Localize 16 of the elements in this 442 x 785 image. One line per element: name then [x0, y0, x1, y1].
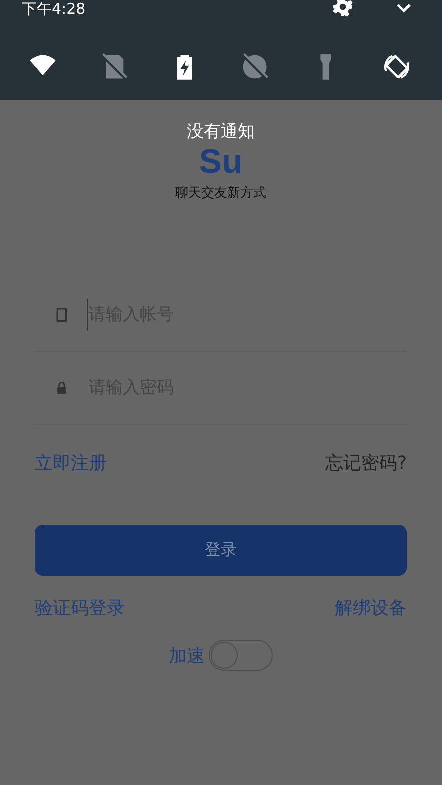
speedup-label: 加速	[169, 644, 205, 668]
speedup-toggle[interactable]	[209, 640, 273, 671]
settings-icon[interactable]	[332, 0, 354, 18]
link[interactable]: 验证码登录	[35, 596, 125, 620]
app-logo: Su	[199, 143, 243, 181]
do-not-disturb-icon[interactable]	[240, 52, 270, 82]
link[interactable]: 解绑设备	[335, 596, 407, 620]
app-tagline: 聊天交友新方式	[176, 186, 266, 201]
notification-text: 没有通知	[186, 121, 256, 143]
link[interactable]: 立即注册	[35, 451, 107, 475]
status-time: 下午4:28	[22, 0, 87, 18]
phone-icon	[55, 308, 69, 322]
link[interactable]: 忘记密码?	[325, 451, 407, 475]
lock-icon	[55, 381, 69, 395]
chevron-down-icon[interactable]	[396, 3, 412, 13]
login-button[interactable]: 登录	[35, 525, 407, 576]
